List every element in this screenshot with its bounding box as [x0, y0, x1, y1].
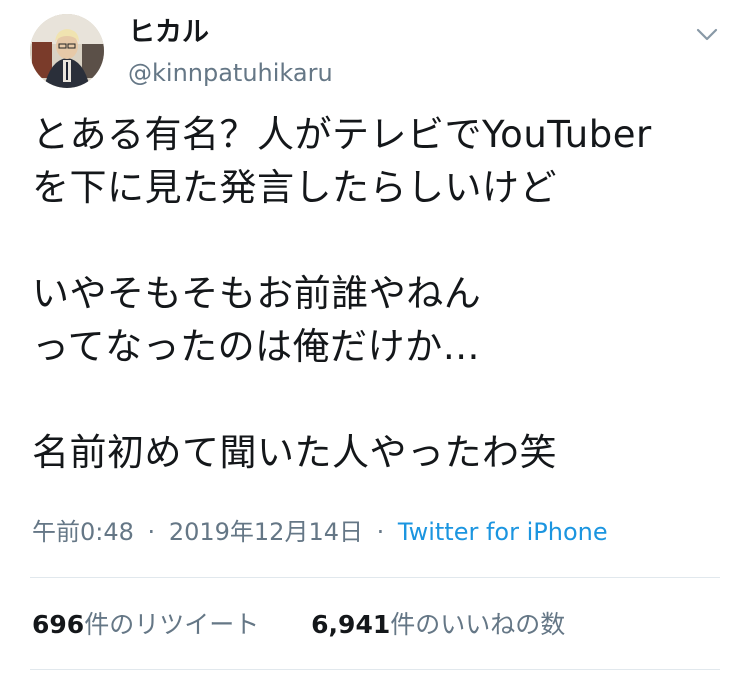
- tweet-text-line: いやそもそもお前誰やねん: [32, 272, 482, 315]
- meta-separator: ·: [147, 518, 156, 546]
- avatar-image: [30, 14, 104, 88]
- like-label: 件のいいねの数: [390, 610, 566, 639]
- like-count: 6,941: [311, 610, 391, 639]
- retweet-count: 696: [32, 610, 85, 639]
- tweet-source-link[interactable]: Twitter for iPhone: [398, 518, 608, 546]
- tweet-text-line: 名前初めて聞いた人やったわ笑: [32, 431, 557, 474]
- tweet-time[interactable]: 午前0:48: [32, 518, 134, 546]
- tweet-text-line: ってなったのは俺だけか…: [32, 325, 481, 368]
- user-handle[interactable]: @kinnpatuhikaru: [128, 56, 333, 90]
- tweet-header: ヒカル @kinnpatuhikaru: [30, 14, 720, 94]
- tweet-text: とある有名？人がテレビでYouTuber を下に見た発言したらしいけど いやそも…: [32, 108, 732, 479]
- retweet-count-stat[interactable]: 696件のリツイート: [32, 607, 259, 643]
- tweet-text-line: とある有名？人がテレビでYouTuber: [32, 113, 652, 156]
- meta-separator: ·: [376, 518, 385, 546]
- like-count-stat[interactable]: 6,941件のいいねの数: [311, 607, 565, 643]
- display-name[interactable]: ヒカル: [128, 16, 333, 50]
- avatar[interactable]: [30, 14, 104, 88]
- divider: [30, 669, 720, 670]
- tweet-text-line: を下に見た発言したらしいけど: [32, 166, 557, 209]
- tweet-text-gap: [32, 214, 732, 267]
- user-names: ヒカル @kinnpatuhikaru: [128, 16, 333, 90]
- tweet-stats: 696件のリツイート 6,941件のいいねの数: [32, 607, 565, 643]
- tweet-text-gap: [32, 373, 732, 426]
- chevron-down-icon[interactable]: [694, 22, 720, 48]
- tweet-meta: 午前0:48 · 2019年12月14日 · Twitter for iPhon…: [32, 514, 608, 550]
- tweet-detail: ヒカル @kinnpatuhikaru とある有名？人がテレビでYouTuber…: [0, 0, 750, 673]
- divider: [30, 577, 720, 578]
- retweet-label: 件のリツイート: [84, 610, 260, 639]
- tweet-date[interactable]: 2019年12月14日: [169, 518, 363, 546]
